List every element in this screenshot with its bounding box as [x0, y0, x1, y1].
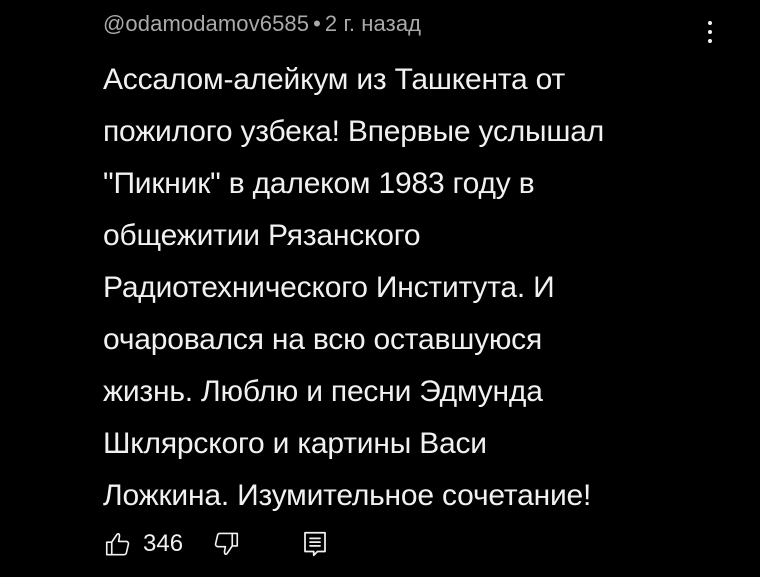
comment-text-line: пожилого узбека! Впервые услышал	[103, 115, 605, 148]
comment-text-line: Ложкина. Изумительное сочетание!	[103, 479, 592, 512]
comment-time[interactable]: 2 г. назад	[325, 11, 421, 36]
comment-text-line: Ассалом-алейкум из Ташкента от	[103, 63, 566, 96]
comment-text-line: жизнь. Люблю и песни Эдмунда	[103, 375, 543, 408]
meta-separator: •	[313, 11, 321, 36]
comment-text-line: Радиотехнического Института. И	[103, 271, 555, 304]
like-button[interactable]	[103, 529, 133, 559]
more-vertical-icon-dot	[708, 30, 712, 34]
more-options-button[interactable]	[697, 14, 723, 50]
comment-text-line: Шклярского и картины Васи	[103, 427, 487, 460]
comment-author[interactable]: @odamodamov6585	[103, 11, 309, 36]
reply-icon	[304, 531, 326, 557]
more-vertical-icon	[708, 21, 712, 25]
comment-text-line: "Пикник" в далеком 1983 году в	[103, 167, 535, 200]
thumbs-down-icon	[214, 532, 239, 556]
like-count: 346	[143, 530, 184, 557]
comment-actions: 346	[103, 524, 329, 564]
reply-button[interactable]	[301, 529, 329, 559]
comment-text-line: общежитии Рязанского	[103, 219, 421, 252]
more-vertical-icon-dot	[708, 39, 712, 43]
comment-text: Ассалом-алейкум из Ташкента от пожилого …	[103, 54, 703, 522]
comment: @odamodamov6585 • 2 г. назад Ассалом-алейк…	[103, 10, 703, 522]
comment-meta: @odamodamov6585 • 2 г. назад	[103, 10, 703, 38]
comment-text-line: очаровался на всю оставшуюся	[103, 323, 543, 356]
dislike-button[interactable]	[211, 529, 241, 559]
thumbs-up-icon	[105, 532, 130, 556]
